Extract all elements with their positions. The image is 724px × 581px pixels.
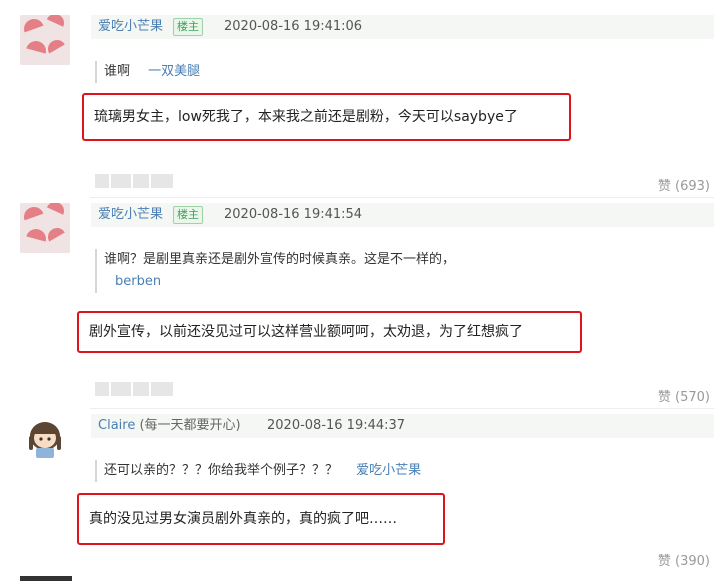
avatar[interactable]	[20, 414, 70, 464]
reply-text-highlighted: 真的没见过男女演员剧外真亲的，真的疯了吧……	[77, 493, 445, 545]
watermelon-avatar-icon	[20, 203, 70, 253]
username-link[interactable]: 爱吃小芒果	[98, 15, 163, 39]
comment-header: Claire (每一天都要开心) 2020-08-16 19:44:37	[91, 414, 714, 438]
username-link[interactable]: Claire (每一天都要开心)	[98, 414, 241, 438]
quoted-comment: 谁啊？是剧里真亲还是剧外宣传的时候真亲。这是不一样的， berben	[95, 249, 524, 293]
quote-author-link[interactable]: 爱吃小芒果	[356, 463, 421, 478]
reply-text: 真的没见过男女演员剧外真亲的，真的疯了吧……	[89, 511, 397, 527]
quote-text: 谁啊？是剧里真亲还是剧外宣传的时候真亲。这是不一样的，	[104, 252, 456, 267]
watermelon-avatar-icon	[20, 15, 70, 65]
like-button[interactable]: 赞 (390)	[658, 550, 710, 569]
quoted-comment: 还可以亲的？？？你给我举个例子？？？ 爱吃小芒果	[95, 460, 421, 482]
quote-author-link[interactable]: berben	[104, 271, 524, 293]
quote-text: 还可以亲的？？？你给我举个例子？？？	[104, 463, 339, 478]
avatar[interactable]	[20, 15, 70, 65]
comment-header: 爱吃小芒果 楼主 2020-08-16 19:41:54	[91, 203, 714, 227]
op-badge: 楼主	[173, 206, 203, 224]
divider	[90, 197, 714, 198]
quoted-comment: 谁啊 一双美腿	[95, 61, 200, 83]
comment-timestamp: 2020-08-16 19:44:37	[267, 418, 406, 433]
op-badge: 楼主	[173, 18, 203, 36]
reply-text-highlighted: 琉璃男女主，low死我了，本来我之前还是剧粉，今天可以saybye了	[82, 93, 571, 141]
avatar[interactable]	[20, 203, 70, 253]
quote-author-link[interactable]: 一双美腿	[148, 64, 200, 79]
reply-text-highlighted: 剧外宣传，以前还没见过可以这样营业额呵呵，太劝退，为了红想疯了	[77, 311, 582, 353]
blurred-username	[95, 381, 175, 397]
comment-timestamp: 2020-08-16 19:41:06	[224, 19, 363, 34]
girl-avatar-icon	[20, 414, 70, 464]
next-avatar-edge	[20, 576, 72, 581]
comment-header: 爱吃小芒果 楼主 2020-08-16 19:41:06	[91, 15, 714, 39]
user-note: (每一天都要开心)	[139, 418, 241, 433]
username[interactable]: Claire	[98, 418, 135, 433]
reply-text: 剧外宣传，以前还没见过可以这样营业额呵呵，太劝退，为了红想疯了	[89, 324, 523, 340]
like-button[interactable]: 赞 (570)	[658, 386, 710, 405]
like-button[interactable]: 赞 (693)	[658, 175, 710, 194]
reply-text: 琉璃男女主，low死我了，本来我之前还是剧粉，今天可以saybye了	[94, 109, 518, 125]
username-link[interactable]: 爱吃小芒果	[98, 203, 163, 227]
comment-timestamp: 2020-08-16 19:41:54	[224, 207, 363, 222]
quote-text: 谁啊	[104, 64, 131, 79]
divider	[90, 408, 714, 409]
blurred-username	[95, 173, 175, 189]
